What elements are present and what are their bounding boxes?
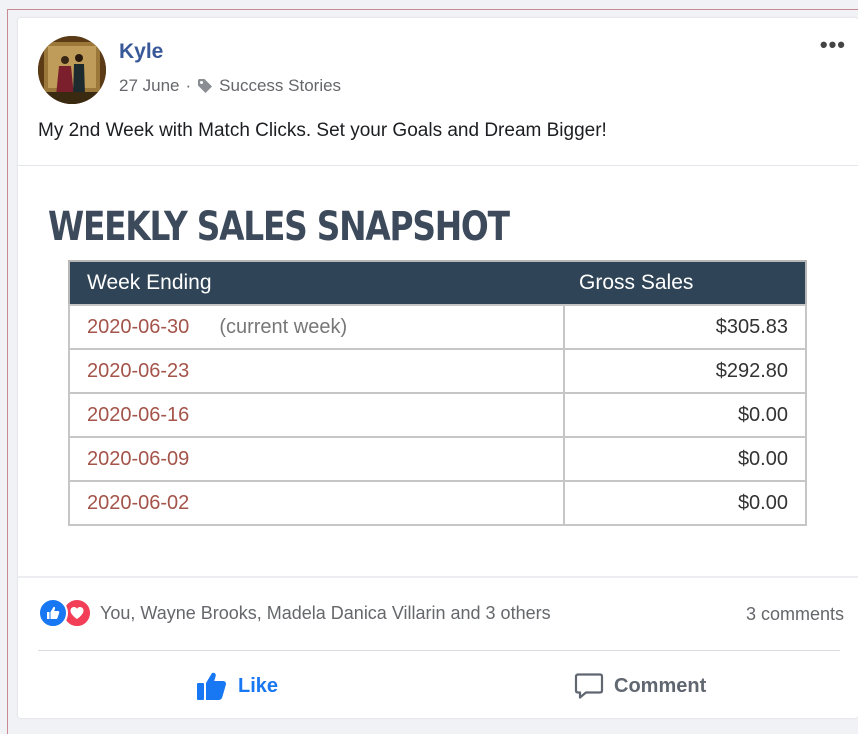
table-header-row: Week Ending Gross Sales bbox=[69, 261, 806, 305]
avatar-photo bbox=[38, 36, 106, 104]
week-date: 2020-06-09 bbox=[87, 447, 190, 470]
gross-cell: $0.00 bbox=[563, 392, 807, 438]
week-cell: 2020-06-16 bbox=[68, 392, 565, 438]
table-row: 2020-06-02 $0.00 bbox=[68, 480, 807, 526]
meta-separator: · bbox=[185, 76, 192, 95]
week-date: 2020-06-16 bbox=[87, 403, 190, 426]
table-row: 2020-06-09 $0.00 bbox=[68, 436, 807, 482]
tag-icon bbox=[198, 79, 213, 93]
post-card: Kyle 27 June · Success Stories ••• My 2n… bbox=[18, 18, 858, 718]
post-category[interactable]: Success Stories bbox=[219, 76, 341, 96]
comment-icon bbox=[574, 673, 604, 699]
like-label: Like bbox=[238, 674, 279, 697]
snapshot-title: WEEKLY SALES SNAPSHOT bbox=[48, 204, 510, 250]
divider bbox=[18, 576, 858, 578]
comment-button[interactable]: Comment bbox=[574, 668, 706, 704]
thumbs-up-icon bbox=[197, 672, 227, 700]
week-date: 2020-06-23 bbox=[87, 359, 190, 382]
table-row: 2020-06-23 $292.80 bbox=[68, 348, 807, 394]
sales-table: Week Ending Gross Sales 2020-06-30 (curre… bbox=[68, 260, 807, 526]
post-date[interactable]: 27 June bbox=[119, 76, 180, 96]
gross-cell: $0.00 bbox=[563, 436, 807, 482]
gross-cell: $0.00 bbox=[563, 480, 807, 526]
week-note: (current week) bbox=[219, 315, 348, 338]
comment-label: Comment bbox=[614, 674, 707, 697]
divider bbox=[18, 165, 858, 166]
week-date: 2020-06-30 bbox=[87, 315, 190, 338]
post-text: My 2nd Week with Match Clicks. Set your … bbox=[38, 120, 607, 141]
table-row: 2020-06-30 (current week) $305.83 bbox=[68, 304, 807, 350]
more-options-icon[interactable]: ••• bbox=[820, 32, 846, 58]
post-meta: 27 June · Success Stories bbox=[119, 76, 341, 96]
column-header-week: Week Ending bbox=[69, 261, 564, 305]
column-header-gross: Gross Sales bbox=[564, 261, 806, 305]
week-cell: 2020-06-02 bbox=[68, 480, 565, 526]
divider bbox=[38, 650, 840, 651]
gross-cell: $292.80 bbox=[563, 348, 807, 394]
reactions-summary[interactable]: You, Wayne Brooks, Madela Danica Villari… bbox=[100, 603, 551, 624]
comments-count[interactable]: 3 comments bbox=[746, 604, 844, 625]
week-date: 2020-06-02 bbox=[87, 491, 190, 514]
table-row: 2020-06-16 $0.00 bbox=[68, 392, 807, 438]
week-cell: 2020-06-09 bbox=[68, 436, 565, 482]
like-reaction-icon bbox=[38, 598, 68, 628]
author-name[interactable]: Kyle bbox=[119, 40, 163, 64]
gross-cell: $305.83 bbox=[563, 304, 807, 350]
week-cell: 2020-06-23 bbox=[68, 348, 565, 394]
reactions-bar[interactable]: You, Wayne Brooks, Madela Danica Villari… bbox=[38, 598, 551, 628]
week-cell: 2020-06-30 (current week) bbox=[68, 304, 565, 350]
avatar[interactable] bbox=[38, 36, 106, 104]
like-button[interactable]: Like bbox=[196, 668, 278, 704]
